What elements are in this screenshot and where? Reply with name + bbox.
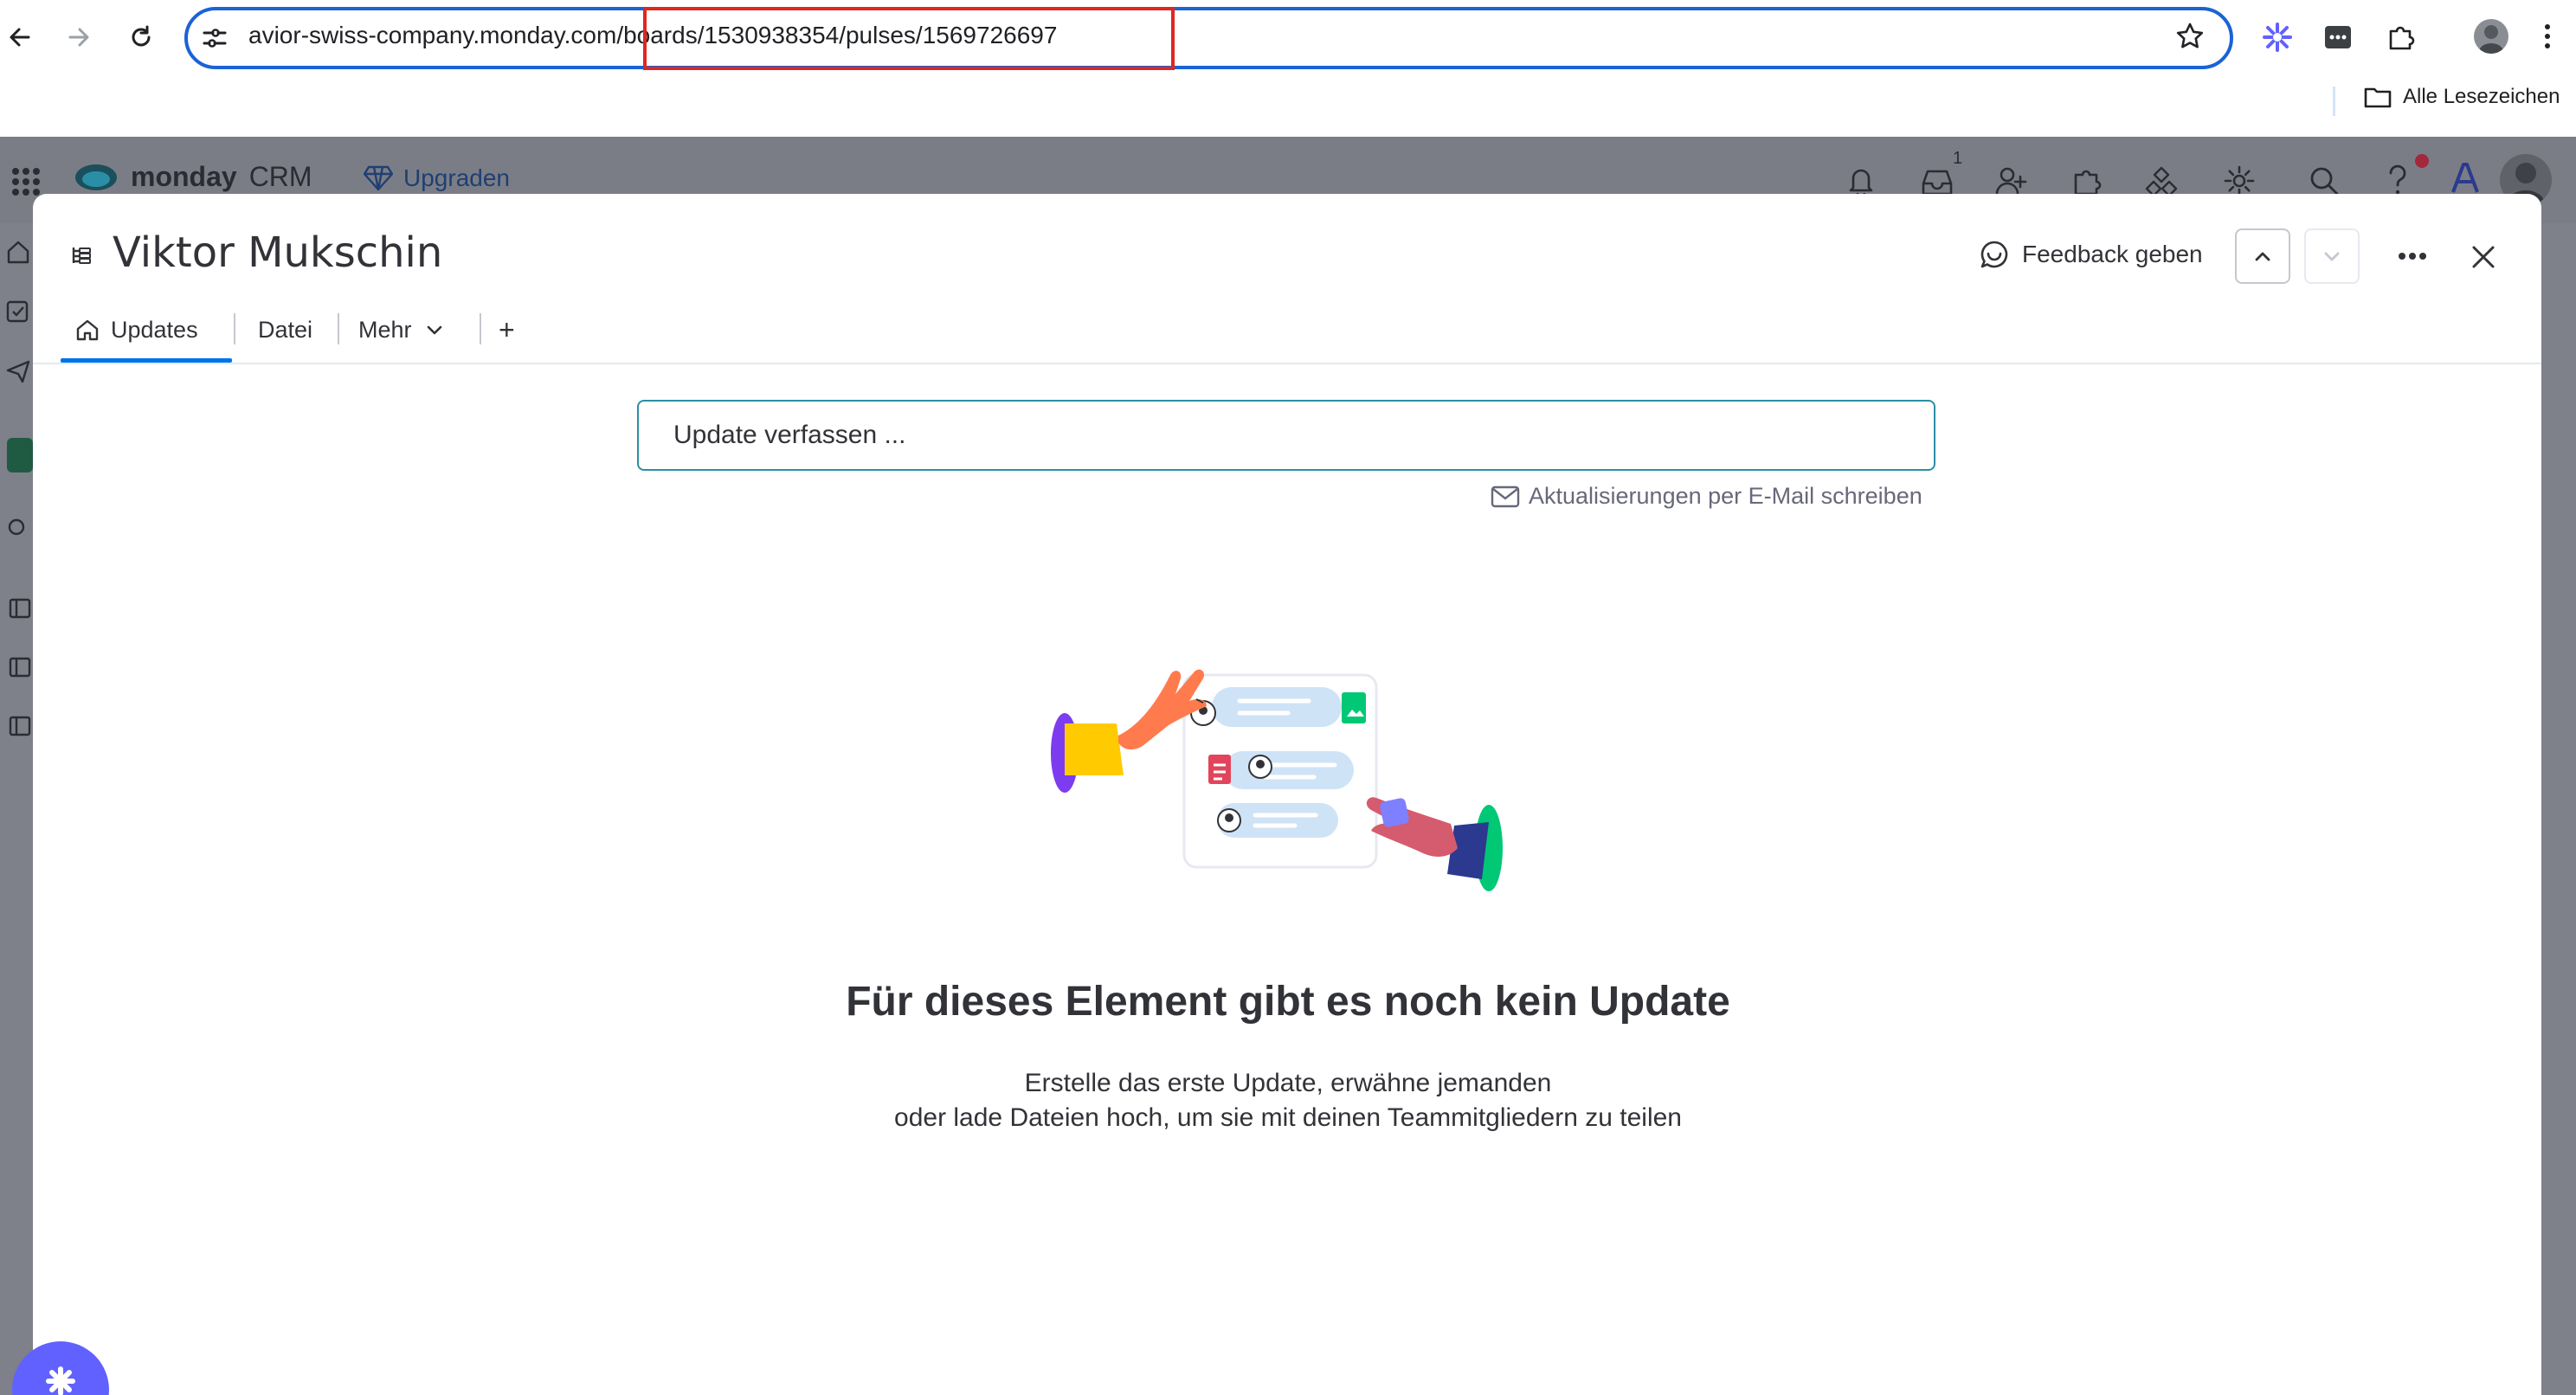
search-icon[interactable] (2308, 164, 2341, 197)
tab-updates[interactable]: Updates (74, 308, 198, 351)
diamond-icon (364, 165, 393, 191)
add-view-button[interactable]: + (499, 308, 515, 351)
item-hierarchy-icon (69, 244, 93, 268)
extensions-puzzle-icon[interactable] (2386, 21, 2417, 52)
arrow-right-icon (68, 28, 89, 47)
help-notification-dot (2415, 154, 2429, 168)
forward-button[interactable] (59, 17, 99, 57)
tab-datei[interactable]: Datei (258, 308, 312, 351)
upgrade-button[interactable]: Upgraden (364, 164, 510, 192)
tab-datei-label: Datei (258, 316, 313, 343)
envelope-icon (1491, 485, 1520, 507)
logo-product: CRM (248, 161, 312, 192)
bookmark-star-icon[interactable] (2174, 21, 2206, 52)
active-tab-indicator (61, 358, 232, 363)
more-options-button[interactable] (2396, 246, 2429, 267)
inbox-icon[interactable] (1920, 166, 1955, 197)
all-bookmarks-label: Alle Lesezeichen (2403, 85, 2560, 108)
chevron-down-icon (2324, 252, 2340, 261)
all-bookmarks-folder[interactable]: Alle Lesezeichen (2363, 85, 2560, 109)
tab-separator (338, 313, 339, 344)
folder-icon (2364, 87, 2392, 108)
extension-sparkle-icon[interactable] (2261, 21, 2294, 54)
integrations-puzzle-icon[interactable] (2070, 164, 2103, 197)
close-icon (2472, 246, 2495, 268)
ellipsis-icon (2399, 253, 2426, 260)
sidebar-mywork-icon[interactable] (5, 298, 31, 324)
monday-logo-icon (75, 164, 117, 190)
chevron-down-icon (427, 325, 441, 335)
help-icon[interactable] (2382, 163, 2413, 197)
inbox-badge: 1 (1953, 149, 1963, 168)
next-item-button[interactable] (2304, 228, 2360, 284)
feedback-label: Feedback geben (2022, 241, 2203, 267)
extension-dots-icon[interactable] (2323, 22, 2353, 52)
item-title[interactable]: Viktor Mukschin (113, 228, 442, 277)
browser-menu-icon[interactable] (2541, 21, 2553, 52)
update-placeholder: Update verfassen ... (673, 421, 906, 449)
url-host: avior-swiss-company.monday.com (248, 22, 617, 48)
left-sidebar (0, 223, 33, 1395)
sidebar-send-icon[interactable] (5, 358, 31, 384)
url-path-highlight-box (643, 7, 1175, 70)
empty-state-illustration (1039, 640, 1523, 926)
empty-desc-line-1: Erstelle das erste Update, erwähne jeman… (1024, 1069, 1552, 1097)
email-link-label: Aktualisierungen per E-Mail schreiben (1529, 483, 1922, 509)
previous-item-button[interactable] (2235, 228, 2290, 284)
logo-text: monday (131, 161, 237, 192)
bookmark-bar-divider (2333, 87, 2335, 116)
workspace-badge[interactable] (7, 438, 33, 472)
reload-button[interactable] (121, 17, 161, 57)
tabs-divider (33, 363, 2541, 364)
reload-icon (132, 25, 151, 47)
tab-mehr[interactable]: Mehr (358, 308, 447, 351)
update-compose-input[interactable]: Update verfassen ... (637, 400, 1935, 471)
assistant-launcher-button[interactable] (12, 1341, 109, 1395)
profile-avatar[interactable] (2474, 19, 2508, 54)
notifications-bell-icon[interactable] (1845, 164, 1877, 197)
empty-desc-line-2: oder lade Dateien hoch, um sie mit deine… (894, 1103, 1682, 1132)
tab-mehr-label: Mehr (358, 316, 412, 343)
close-panel-button[interactable] (2469, 242, 2498, 272)
sidebar-home-icon[interactable] (5, 239, 31, 265)
sparkle-icon (46, 1366, 75, 1395)
templates-icon[interactable] (2145, 164, 2178, 197)
sidebar-board-icon-3[interactable] (9, 715, 31, 737)
back-button[interactable] (0, 17, 40, 57)
invite-members-icon[interactable] (1994, 164, 2027, 197)
sidebar-board-icon-2[interactable] (9, 656, 31, 678)
email-updates-link[interactable]: Aktualisierungen per E-Mail schreiben (1491, 483, 1922, 510)
ai-assistant-icon[interactable] (2448, 161, 2483, 196)
arrow-left-icon (10, 28, 30, 47)
tab-separator (480, 313, 481, 344)
upgrade-label: Upgraden (403, 164, 510, 191)
empty-state-description: Erstelle das erste Update, erwähne jeman… (0, 1066, 2576, 1135)
feedback-button[interactable]: Feedback geben (1979, 239, 2203, 270)
tab-updates-label: Updates (111, 316, 198, 343)
tab-separator (234, 313, 235, 344)
sidebar-board-icon-1[interactable] (9, 597, 31, 620)
home-icon (76, 319, 99, 341)
app-grid-icon[interactable] (9, 164, 43, 199)
settings-gear-icon[interactable] (2223, 164, 2256, 197)
chevron-up-icon (2255, 252, 2270, 261)
empty-state-title: Für dieses Element gibt es noch kein Upd… (846, 979, 1730, 1025)
site-info-icon[interactable] (201, 24, 229, 52)
monday-logo[interactable]: monday CRM (74, 161, 312, 193)
feedback-chat-icon (1980, 241, 2008, 268)
sidebar-search-icon[interactable] (5, 516, 31, 542)
